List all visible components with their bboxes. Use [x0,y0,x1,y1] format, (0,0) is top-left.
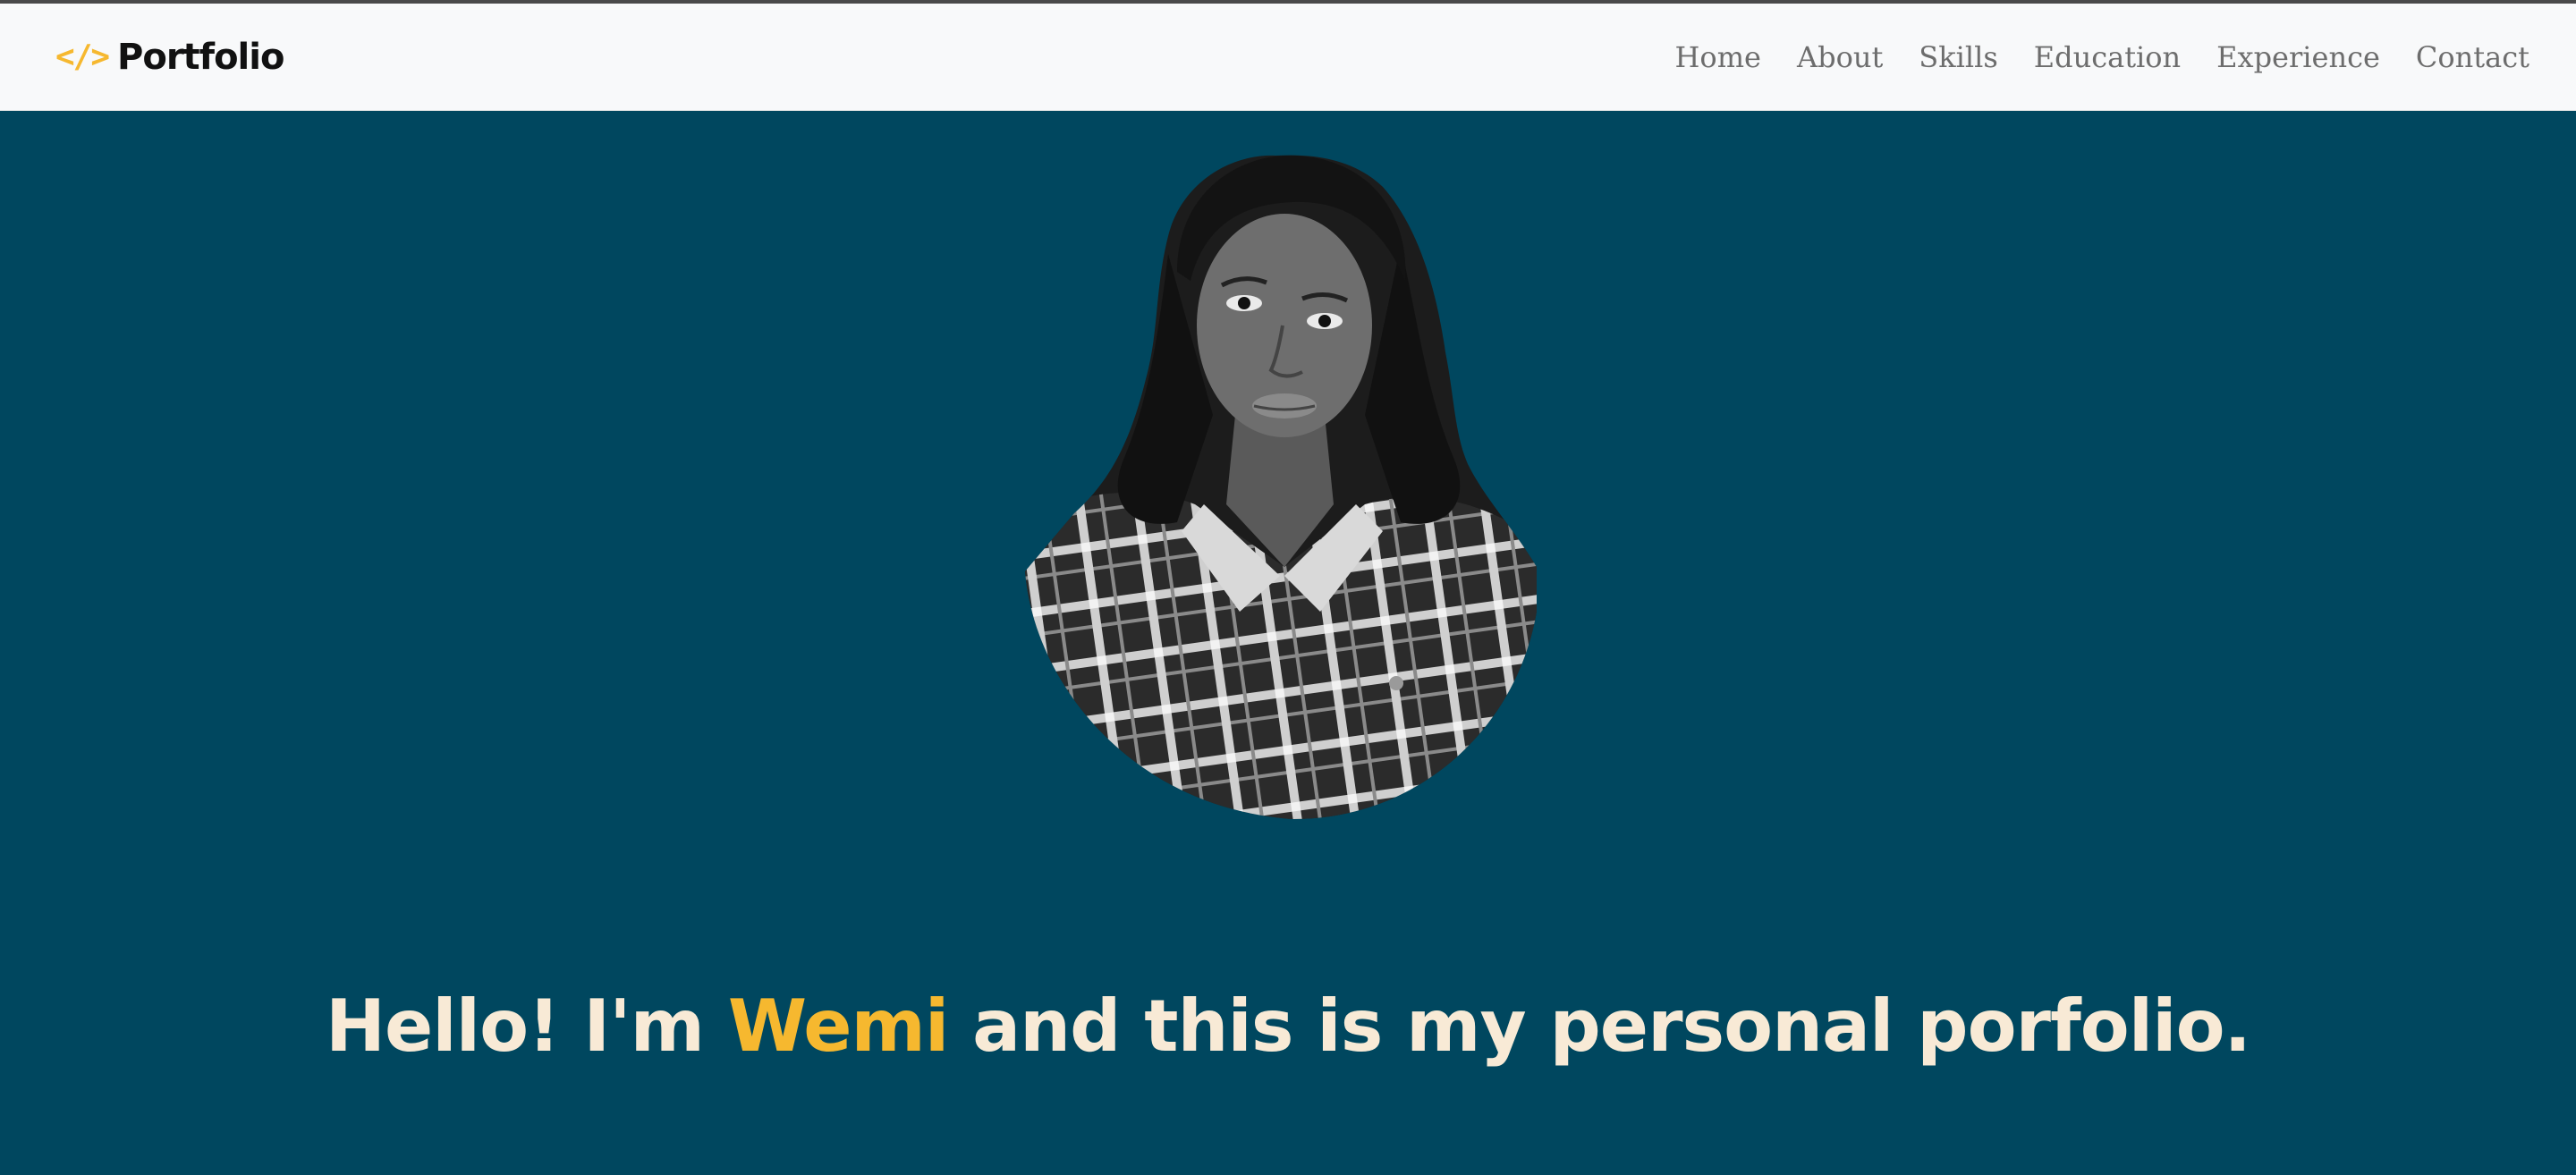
nav-link-experience[interactable]: Experience [2216,40,2380,74]
headline-intro: Hello! I'm [326,984,728,1068]
brand-logo-link[interactable]: </> Portfolio [55,29,284,86]
navbar: </> Portfolio Home About Skills Educatio… [0,4,2576,111]
nav-link-about[interactable]: About [1797,40,1883,74]
brand-name: Portfolio [117,37,284,78]
headline-rest: and this is my personal porfolio. [948,984,2251,1068]
profile-photo [1025,155,1537,819]
nav-link-home[interactable]: Home [1675,40,1761,74]
nav-link-education[interactable]: Education [2034,40,2181,74]
code-brackets-icon: </> [55,38,110,75]
hero-headline: Hello! I'm Wemi and this is my personal … [0,990,2576,1062]
nav-link-contact[interactable]: Contact [2416,40,2529,74]
headline-name: Wemi [727,984,949,1068]
main-nav: Home About Skills Education Experience C… [1675,4,2529,111]
nav-link-skills[interactable]: Skills [1919,40,1997,74]
hero-section: Hello! I'm Wemi and this is my personal … [0,111,2576,1175]
